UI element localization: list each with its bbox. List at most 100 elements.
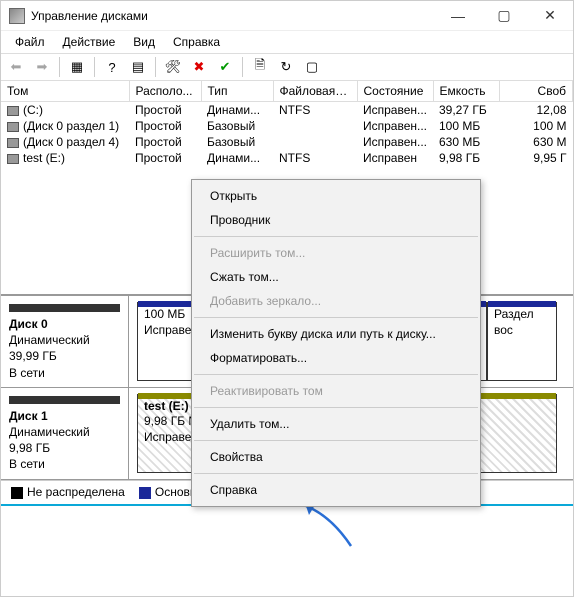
partition[interactable]: 100 МБИсправен [137,302,195,381]
part-size: Раздел вос [494,307,550,338]
context-menu-item[interactable]: Проводник [192,208,480,232]
forward-button: ➡ [31,56,53,78]
menu-view[interactable]: Вид [125,33,163,51]
table-row[interactable]: (Диск 0 раздел 4) Простой Базовый Исправ… [1,134,573,150]
toolbar-sep [242,57,243,77]
col-volume[interactable]: Том [1,81,129,102]
help-button[interactable]: ? [101,56,123,78]
new-button[interactable]: 🗎 [249,56,271,78]
vol-name: test (E:) [23,151,65,165]
disk-icon [9,396,120,404]
vol-type: Динами... [201,150,273,166]
disk-title: Диск 0 [9,316,120,332]
vol-layout: Простой [129,150,201,166]
vol-layout: Простой [129,134,201,150]
delete-button[interactable]: ✖ [188,56,210,78]
vol-name: (C:) [23,103,43,117]
vol-fs: NTFS [273,150,357,166]
vol-status: Исправен [357,150,433,166]
volume-icon [7,106,19,116]
disk-type: Динамический [9,332,120,348]
legend-unallocated: Не распределена [11,485,125,499]
views-button[interactable]: ▦ [66,56,88,78]
col-layout[interactable]: Располо... [129,81,201,102]
vol-fs [273,118,357,134]
list-button[interactable]: ▤ [127,56,149,78]
context-menu-item[interactable]: Справка [192,478,480,502]
vol-free: 12,08 [499,102,573,119]
window-controls: — ▢ ✕ [435,1,573,30]
disk-size: 9,98 ГБ [9,440,120,456]
rescan-button[interactable]: ▢ [301,56,323,78]
disk-online: В сети [9,456,120,472]
disk-info[interactable]: Диск 0 Динамический 39,99 ГБ В сети [1,296,129,387]
disk-info[interactable]: Диск 1 Динамический 9,98 ГБ В сети [1,388,129,479]
part-status: Исправен [144,323,188,339]
context-menu-separator [194,374,478,375]
action-button[interactable]: 🛠 [162,56,184,78]
table-row[interactable]: (Диск 0 раздел 1) Простой Базовый Исправ… [1,118,573,134]
volume-icon [7,122,19,132]
context-menu-item[interactable]: Сжать том... [192,265,480,289]
vol-free: 100 М [499,118,573,134]
vol-free: 630 М [499,134,573,150]
table-row[interactable]: (C:) Простой Динами... NTFS Исправен... … [1,102,573,119]
maximize-button[interactable]: ▢ [481,1,527,30]
context-menu-separator [194,317,478,318]
vol-capacity: 39,27 ГБ [433,102,499,119]
vol-status: Исправен... [357,118,433,134]
vol-layout: Простой [129,102,201,119]
menu-action[interactable]: Действие [55,33,124,51]
disk-type: Динамический [9,424,120,440]
close-button[interactable]: ✕ [527,1,573,30]
menu-help[interactable]: Справка [165,33,228,51]
col-free[interactable]: Своб [499,81,573,102]
context-menu-separator [194,440,478,441]
context-menu-item[interactable]: Удалить том... [192,412,480,436]
titlebar: Управление дисками — ▢ ✕ [1,1,573,31]
volume-icon [7,138,19,148]
context-menu-item[interactable]: Открыть [192,184,480,208]
vol-capacity: 100 МБ [433,118,499,134]
disk-size: 39,99 ГБ [9,348,120,364]
context-menu-item: Добавить зеркало... [192,289,480,313]
col-fs[interactable]: Файловая с... [273,81,357,102]
menu-file[interactable]: Файл [7,33,53,51]
toolbar-sep [155,57,156,77]
col-status[interactable]: Состояние [357,81,433,102]
table-row[interactable]: test (E:) Простой Динами... NTFS Исправе… [1,150,573,166]
refresh-button[interactable]: ↻ [275,56,297,78]
vol-name: (Диск 0 раздел 1) [23,119,119,133]
context-menu-item[interactable]: Свойства [192,445,480,469]
context-menu-separator [194,473,478,474]
vol-fs: NTFS [273,102,357,119]
annotation-arrow [301,501,361,551]
context-menu-separator [194,407,478,408]
volume-icon [7,154,19,164]
app-icon [9,8,25,24]
part-size: 100 МБ [144,307,188,323]
col-capacity[interactable]: Емкость [433,81,499,102]
vol-status: Исправен... [357,102,433,119]
partition[interactable]: Раздел вос [487,302,557,381]
back-button: ⬅ [5,56,27,78]
toolbar-sep [94,57,95,77]
vol-free: 9,95 Г [499,150,573,166]
col-type[interactable]: Тип [201,81,273,102]
toolbar: ⬅ ➡ ▦ ? ▤ 🛠 ✖ ✔ 🗎 ↻ ▢ [1,53,573,81]
minimize-button[interactable]: — [435,1,481,30]
context-menu-separator [194,236,478,237]
context-menu: ОткрытьПроводник Расширить том...Сжать то… [191,179,481,507]
context-menu-item: Расширить том... [192,241,480,265]
vol-capacity: 9,98 ГБ [433,150,499,166]
disk-icon [9,304,120,312]
context-menu-item[interactable]: Форматировать... [192,346,480,370]
vol-type: Базовый [201,134,273,150]
vol-layout: Простой [129,118,201,134]
check-button[interactable]: ✔ [214,56,236,78]
disk-online: В сети [9,365,120,381]
vol-type: Базовый [201,118,273,134]
context-menu-item[interactable]: Изменить букву диска или путь к диску... [192,322,480,346]
disk-title: Диск 1 [9,408,120,424]
menubar: Файл Действие Вид Справка [1,31,573,53]
